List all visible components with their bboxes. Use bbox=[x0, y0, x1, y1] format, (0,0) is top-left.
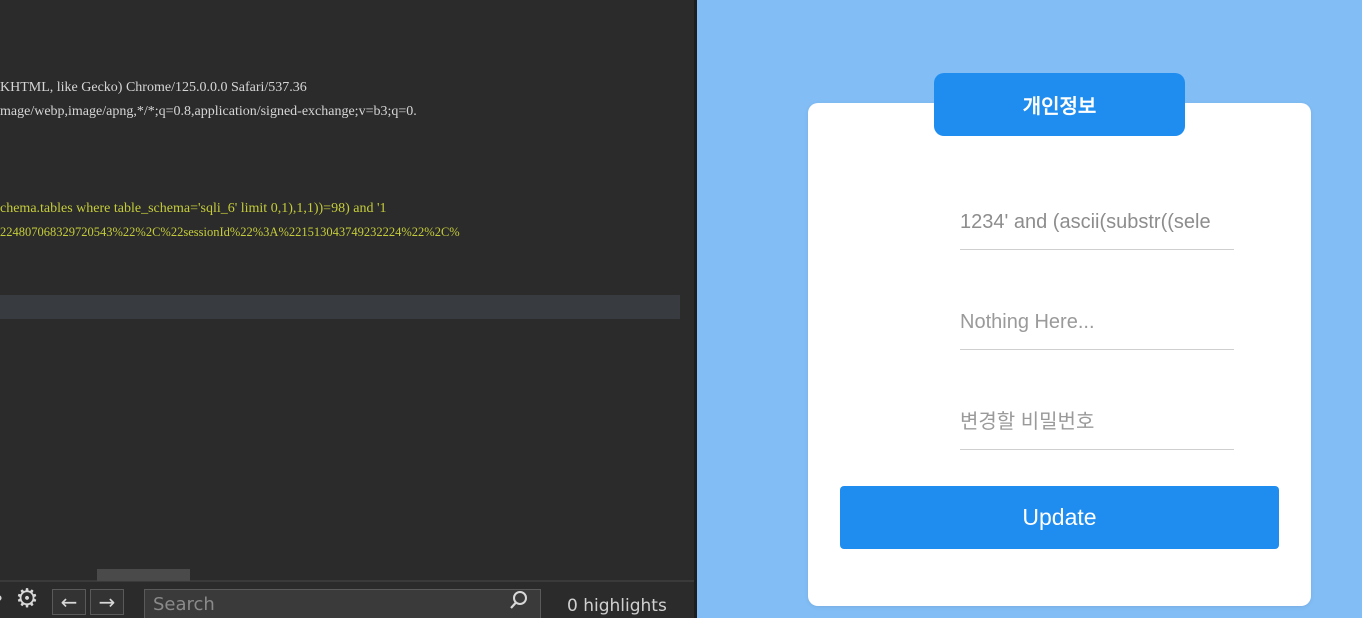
search-icon[interactable] bbox=[508, 589, 530, 611]
highlights-count: 0 highlights bbox=[567, 596, 667, 616]
arrow-right-icon[interactable]: → bbox=[90, 589, 124, 615]
help-icon[interactable]: ? bbox=[0, 589, 5, 615]
update-button[interactable]: Update bbox=[840, 486, 1279, 549]
magnifier-glyph bbox=[510, 591, 527, 609]
search-input[interactable] bbox=[144, 589, 541, 618]
request-editor-panel[interactable]: KHTML, like Gecko) Chrome/125.0.0.0 Safa… bbox=[0, 0, 697, 618]
horizontal-scrollbar-thumb[interactable] bbox=[97, 569, 190, 581]
search-bar: ? ⚙ ← → 0 highlights bbox=[0, 582, 694, 618]
request-body[interactable]: KHTML, like Gecko) Chrome/125.0.0.0 Safa… bbox=[0, 0, 694, 580]
current-line-highlight bbox=[0, 295, 680, 319]
id-field[interactable] bbox=[960, 196, 1234, 250]
panel-divider[interactable] bbox=[694, 0, 697, 618]
code-line-user-agent: KHTML, like Gecko) Chrome/125.0.0.0 Safa… bbox=[0, 80, 307, 95]
name-field[interactable] bbox=[960, 296, 1234, 350]
code-line-payload: chema.tables where table_schema='sqli_6'… bbox=[0, 201, 387, 216]
code-line-cookie: 22480706832972054​3%22%2C%22sessionId%22… bbox=[0, 225, 460, 239]
code-line-accept: mage/webp,image/apng,*/*;q=0.8,applicati… bbox=[0, 104, 417, 119]
new-password-field[interactable] bbox=[960, 396, 1234, 450]
form-title: 개인정보 bbox=[934, 73, 1185, 136]
arrow-left-icon[interactable]: ← bbox=[52, 589, 86, 615]
gear-icon[interactable]: ⚙ bbox=[10, 584, 44, 614]
